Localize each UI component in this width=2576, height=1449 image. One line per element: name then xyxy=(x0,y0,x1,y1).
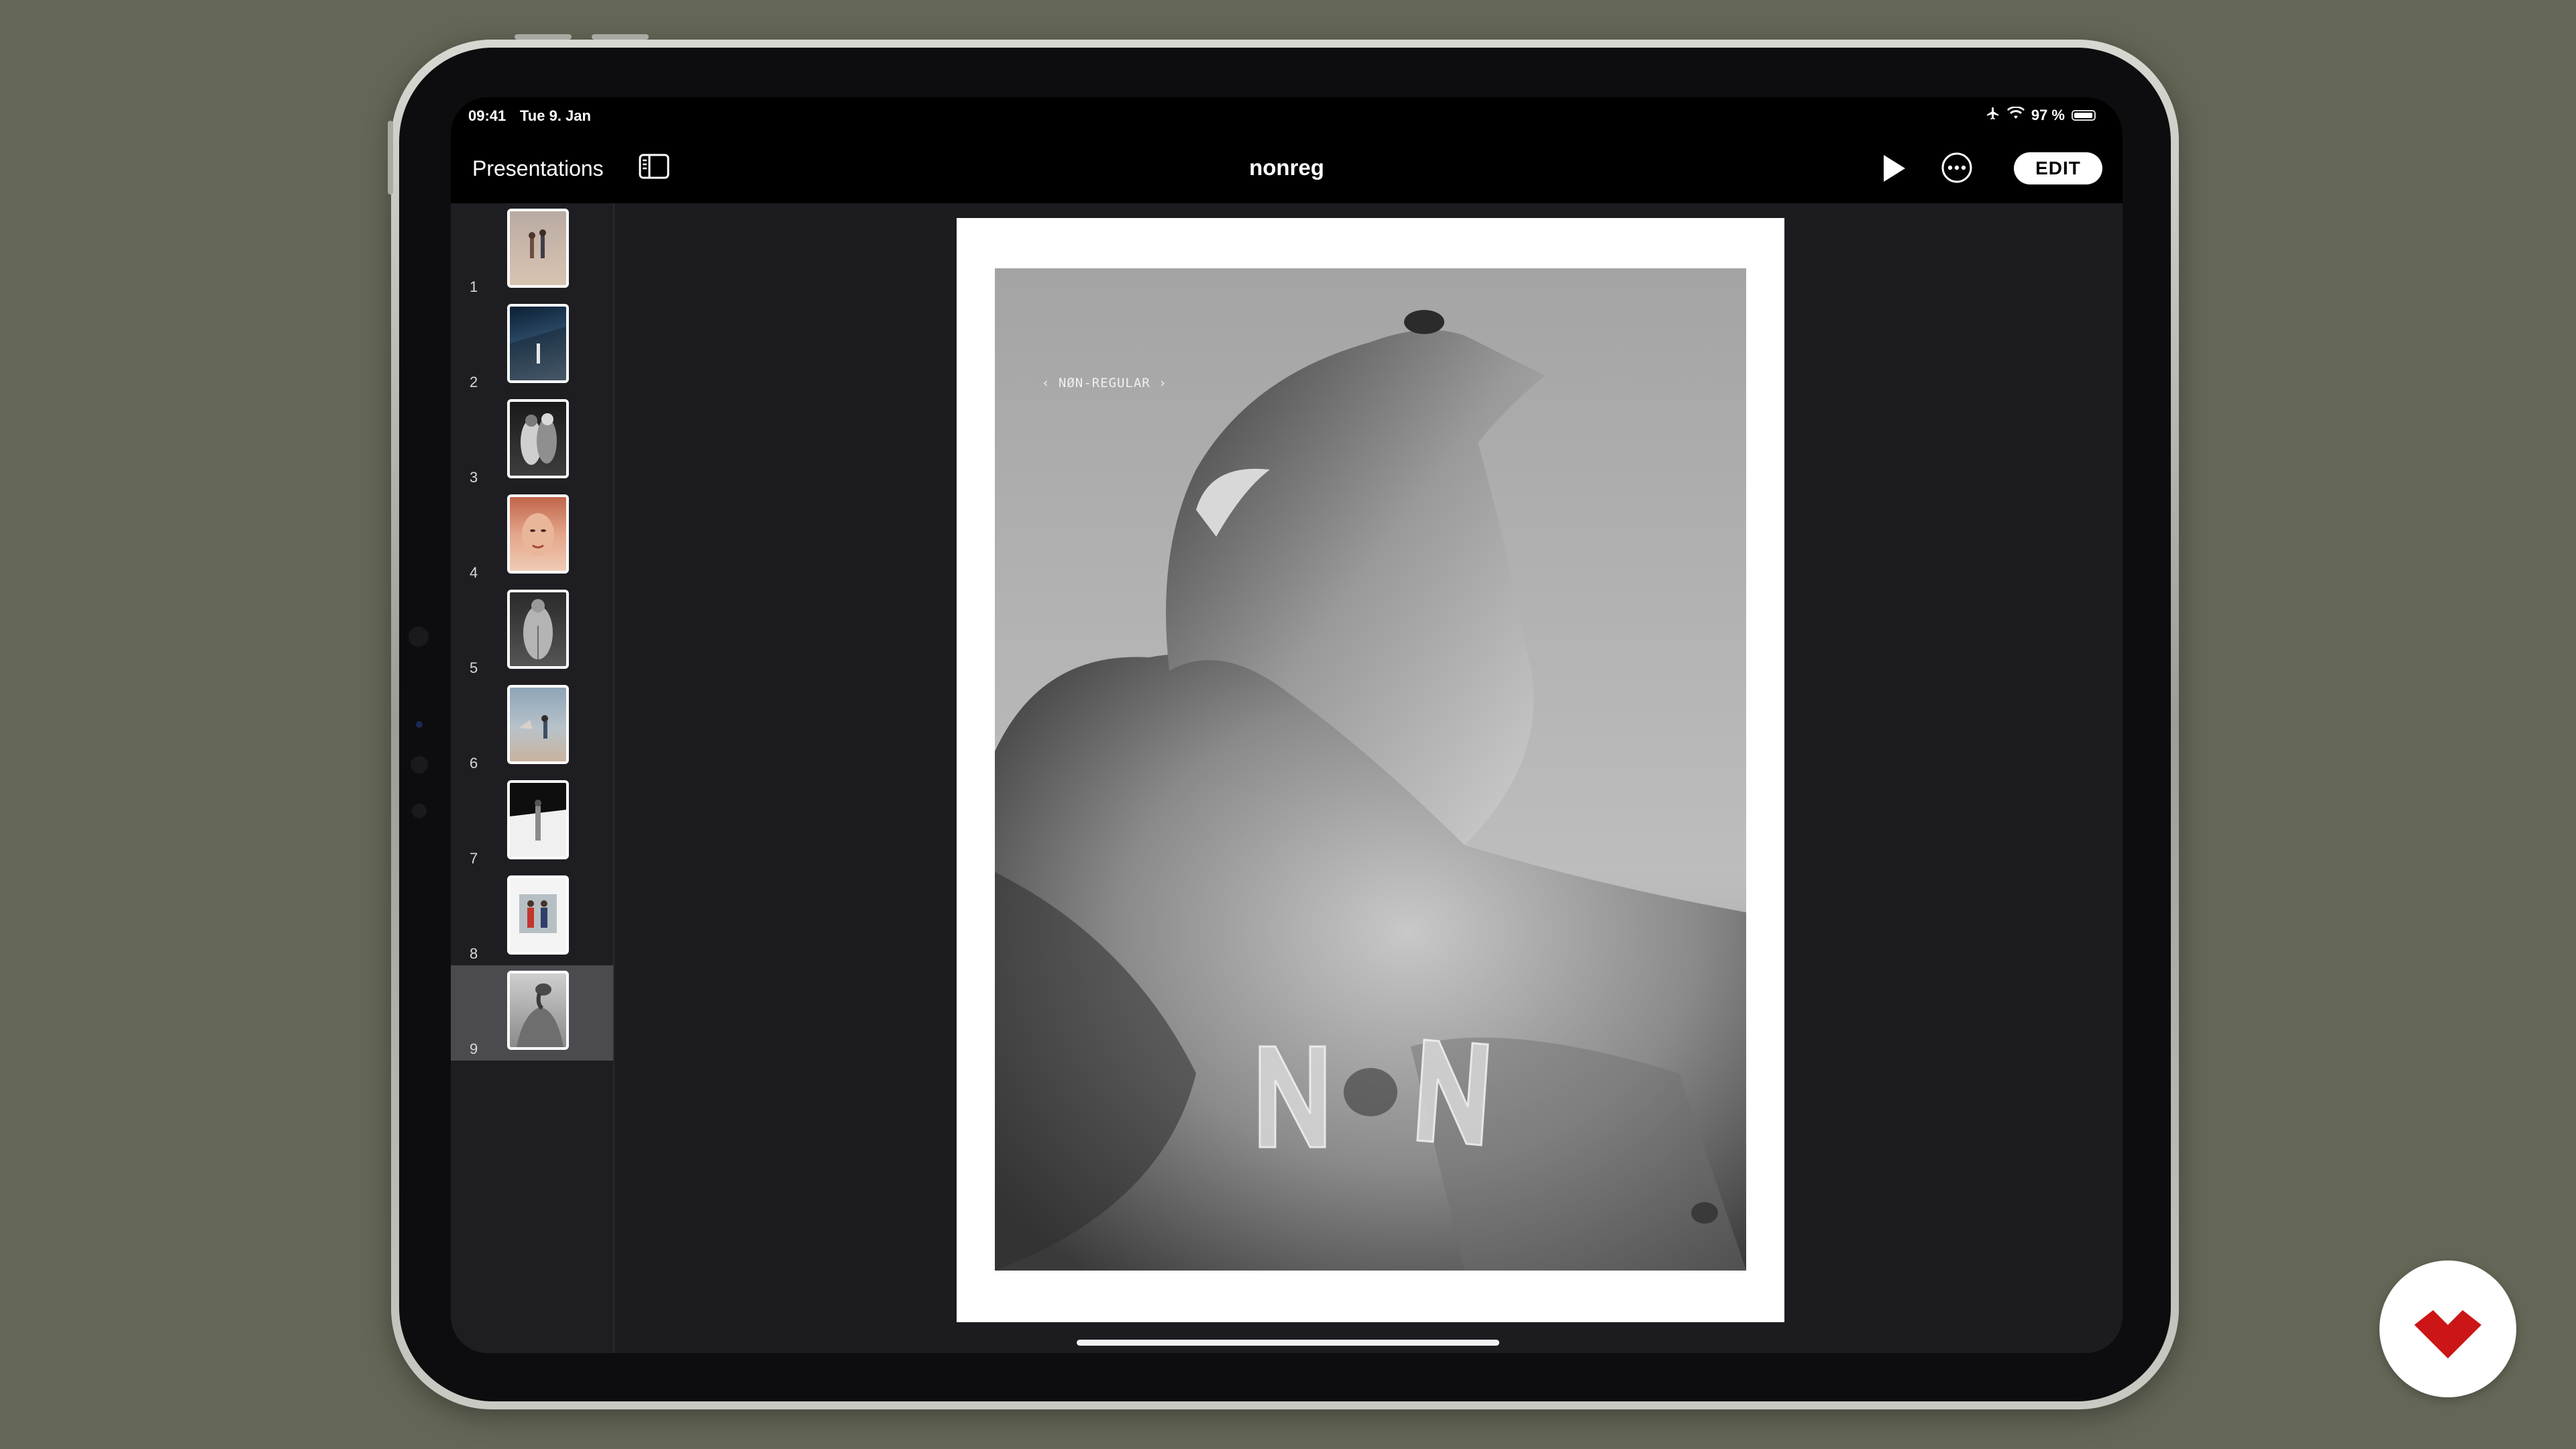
slide-number: 1 xyxy=(470,278,478,295)
slide-thumbnail-item[interactable]: 5 xyxy=(451,584,613,680)
slide-thumbnail-item[interactable]: 1 xyxy=(451,203,613,299)
slide-thumbnail-item[interactable]: 6 xyxy=(451,680,613,775)
slide-thumbnail-image xyxy=(507,685,569,764)
wifi-icon xyxy=(2006,106,2025,124)
slide-thumbnail-image xyxy=(507,304,569,383)
status-indicators: 97 % xyxy=(1986,106,2096,125)
slide-number: 3 xyxy=(470,469,478,486)
slide-photo: ‹ NØN-REGULAR › xyxy=(995,268,1746,1271)
slide-overlay-text: ‹ NØN-REGULAR › xyxy=(1042,376,1167,390)
slide-number: 7 xyxy=(470,850,478,867)
slide-thumbnail-image xyxy=(507,590,569,669)
slide-thumbnail-image xyxy=(507,494,569,574)
more-options-icon[interactable] xyxy=(1940,151,1974,184)
status-bar: 09:41 Tue 9. Jan 97 % xyxy=(451,97,2123,136)
slide-thumbnail-item[interactable]: 8 xyxy=(451,870,613,965)
navigation-bar: Presentations nonreg EDIT xyxy=(451,136,2123,203)
slide-number: 9 xyxy=(470,1040,478,1057)
play-icon[interactable] xyxy=(1878,150,1909,187)
slide-number: 2 xyxy=(470,374,478,390)
battery-percentage: 97 % xyxy=(2031,107,2065,123)
airplane-icon xyxy=(1986,106,2000,125)
slide-number: 5 xyxy=(470,659,478,676)
slide-thumbnail-image xyxy=(507,399,569,478)
side-button xyxy=(388,121,393,195)
status-date: Tue 9. Jan xyxy=(520,107,591,124)
slide-number: 6 xyxy=(470,755,478,771)
power-button xyxy=(592,34,649,40)
slide-thumbnail-image xyxy=(507,780,569,859)
edit-button[interactable]: EDIT xyxy=(2014,152,2102,184)
brand-logo-badge xyxy=(2379,1260,2516,1397)
slide-thumbnail-item[interactable]: 4 xyxy=(451,489,613,584)
camera-sensor xyxy=(409,627,429,647)
slide-thumbnail-item[interactable]: 7 xyxy=(451,775,613,870)
presentation-title: nonreg xyxy=(1249,155,1324,180)
slide-thumbnail-item[interactable]: 3 xyxy=(451,394,613,489)
battery-fill xyxy=(2074,113,2093,118)
slide-number: 4 xyxy=(470,564,478,581)
home-indicator[interactable] xyxy=(1077,1340,1499,1346)
slide-number: 8 xyxy=(470,945,478,962)
slide-thumbnail-item[interactable]: 2 xyxy=(451,299,613,394)
volume-button xyxy=(515,34,572,40)
camera-sensor xyxy=(412,804,427,818)
camera-sensor xyxy=(416,721,423,728)
status-time: 09:41 xyxy=(468,107,506,124)
camera-sensor xyxy=(411,756,428,773)
battery-icon xyxy=(2072,110,2096,121)
slide-thumbnail-image xyxy=(507,971,569,1050)
slide-thumbnail-item-selected[interactable]: 9 xyxy=(451,965,613,1061)
slide-thumbnail-image xyxy=(507,875,569,955)
heart-logo-icon xyxy=(2414,1310,2481,1358)
slide-thumbnail-image xyxy=(507,209,569,288)
slide-navigator: 1 2 3 4 5 6 7 8 9 xyxy=(451,203,614,1353)
